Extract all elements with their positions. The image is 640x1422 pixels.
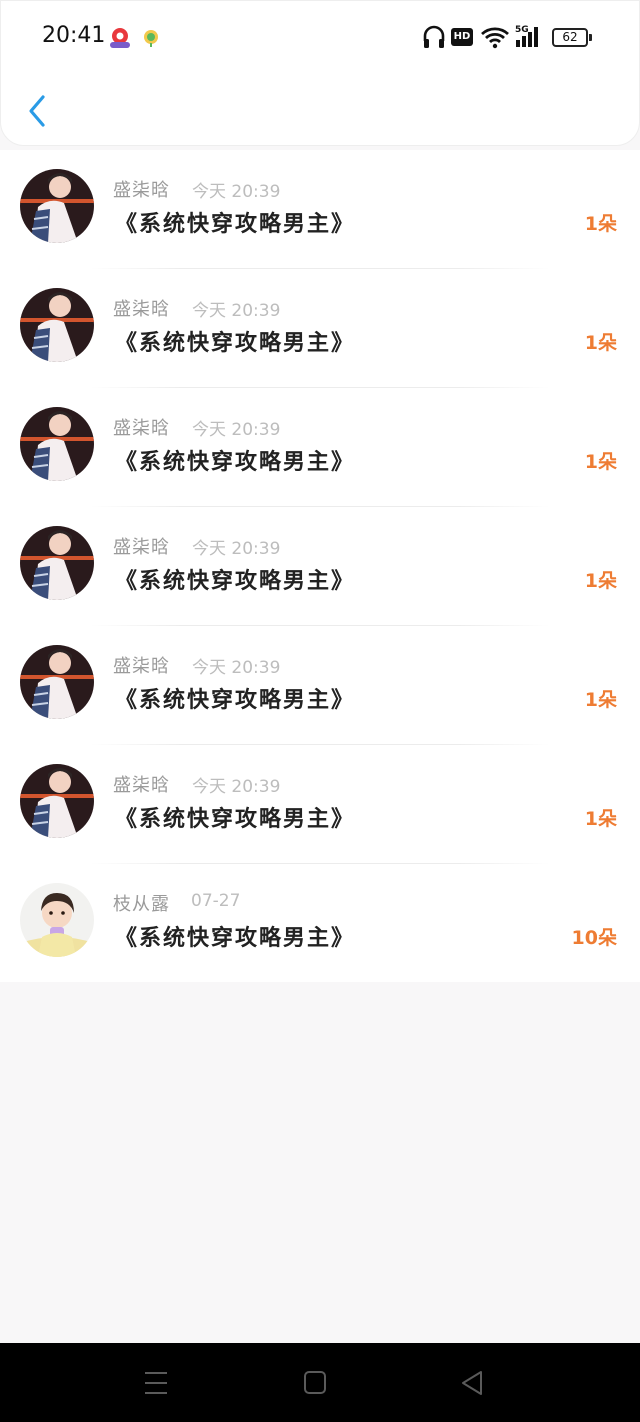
gift-amount: 1朵 xyxy=(584,213,617,235)
avatar[interactable] xyxy=(20,764,94,838)
battery-icon: 62 xyxy=(552,28,588,47)
timestamp: 今天 20:39 xyxy=(192,420,281,440)
sender-name: 盛柒晗 xyxy=(113,418,170,439)
top-header: 20:41 HD 5G 62 xyxy=(0,0,640,146)
gift-amount: 1朵 xyxy=(584,808,617,830)
app-notification-icon-2 xyxy=(141,28,161,48)
list-item[interactable]: 盛柒晗 今天 20:39 《系统快穿攻略男主》 1朵 xyxy=(0,745,640,864)
headphone-icon xyxy=(421,23,447,51)
gift-amount: 1朵 xyxy=(584,689,617,711)
book-title: 《系统快穿攻略男主》 xyxy=(115,688,356,713)
list-item[interactable]: 盛柒晗 今天 20:39 《系统快穿攻略男主》 1朵 xyxy=(0,388,640,507)
avatar[interactable] xyxy=(20,645,94,719)
timestamp: 今天 20:39 xyxy=(192,658,281,678)
list-item[interactable]: 枝从露 07-27 《系统快穿攻略男主》 10朵 xyxy=(0,864,640,983)
sender-name: 盛柒晗 xyxy=(113,775,170,796)
back-button[interactable] xyxy=(19,89,59,133)
signal-icon: 5G xyxy=(514,23,544,51)
app-notification-icon xyxy=(108,26,132,50)
chevron-left-icon xyxy=(29,95,45,127)
list-item[interactable]: 盛柒晗 今天 20:39 《系统快穿攻略男主》 1朵 xyxy=(0,150,640,269)
avatar[interactable] xyxy=(20,526,94,600)
sender-name: 盛柒晗 xyxy=(113,537,170,558)
timestamp: 07-27 xyxy=(191,891,241,911)
list-item[interactable]: 盛柒晗 今天 20:39 《系统快穿攻略男主》 1朵 xyxy=(0,626,640,745)
avatar[interactable] xyxy=(20,883,94,957)
timestamp: 今天 20:39 xyxy=(192,777,281,797)
svg-text:5G: 5G xyxy=(515,25,529,35)
home-button[interactable] xyxy=(295,1365,335,1401)
gift-list: 盛柒晗 今天 20:39 《系统快穿攻略男主》 1朵 盛柒晗 今天 20:39 … xyxy=(0,150,640,982)
gift-amount: 10朵 xyxy=(571,927,617,949)
status-bar: 20:41 HD 5G 62 xyxy=(1,1,640,73)
book-title: 《系统快穿攻略男主》 xyxy=(115,212,356,237)
hd-icon: HD xyxy=(451,28,473,46)
wifi-icon xyxy=(480,23,510,51)
timestamp: 今天 20:39 xyxy=(192,182,281,202)
book-title: 《系统快穿攻略男主》 xyxy=(115,331,356,356)
avatar[interactable] xyxy=(20,169,94,243)
menu-button[interactable] xyxy=(136,1365,176,1401)
book-title: 《系统快穿攻略男主》 xyxy=(115,926,356,951)
timestamp: 今天 20:39 xyxy=(192,539,281,559)
avatar[interactable] xyxy=(20,407,94,481)
sender-name: 盛柒晗 xyxy=(113,656,170,677)
book-title: 《系统快穿攻略男主》 xyxy=(115,569,356,594)
list-item[interactable]: 盛柒晗 今天 20:39 《系统快穿攻略男主》 1朵 xyxy=(0,507,640,626)
sender-name: 枝从露 xyxy=(113,894,170,915)
back-triangle-icon xyxy=(462,1371,482,1395)
status-time: 20:41 xyxy=(42,23,106,48)
gift-amount: 1朵 xyxy=(584,332,617,354)
timestamp: 今天 20:39 xyxy=(192,301,281,321)
list-item[interactable]: 盛柒晗 今天 20:39 《系统快穿攻略男主》 1朵 xyxy=(0,269,640,388)
book-title: 《系统快穿攻略男主》 xyxy=(115,807,356,832)
sender-name: 盛柒晗 xyxy=(113,180,170,201)
battery-tip xyxy=(589,34,592,41)
book-title: 《系统快穿攻略男主》 xyxy=(115,450,356,475)
gift-amount: 1朵 xyxy=(584,570,617,592)
sender-name: 盛柒晗 xyxy=(113,299,170,320)
system-back-button[interactable] xyxy=(452,1365,492,1401)
menu-icon xyxy=(145,1372,167,1394)
avatar[interactable] xyxy=(20,288,94,362)
home-square-icon xyxy=(304,1371,326,1394)
gift-amount: 1朵 xyxy=(584,451,617,473)
system-nav-bar xyxy=(0,1343,640,1422)
